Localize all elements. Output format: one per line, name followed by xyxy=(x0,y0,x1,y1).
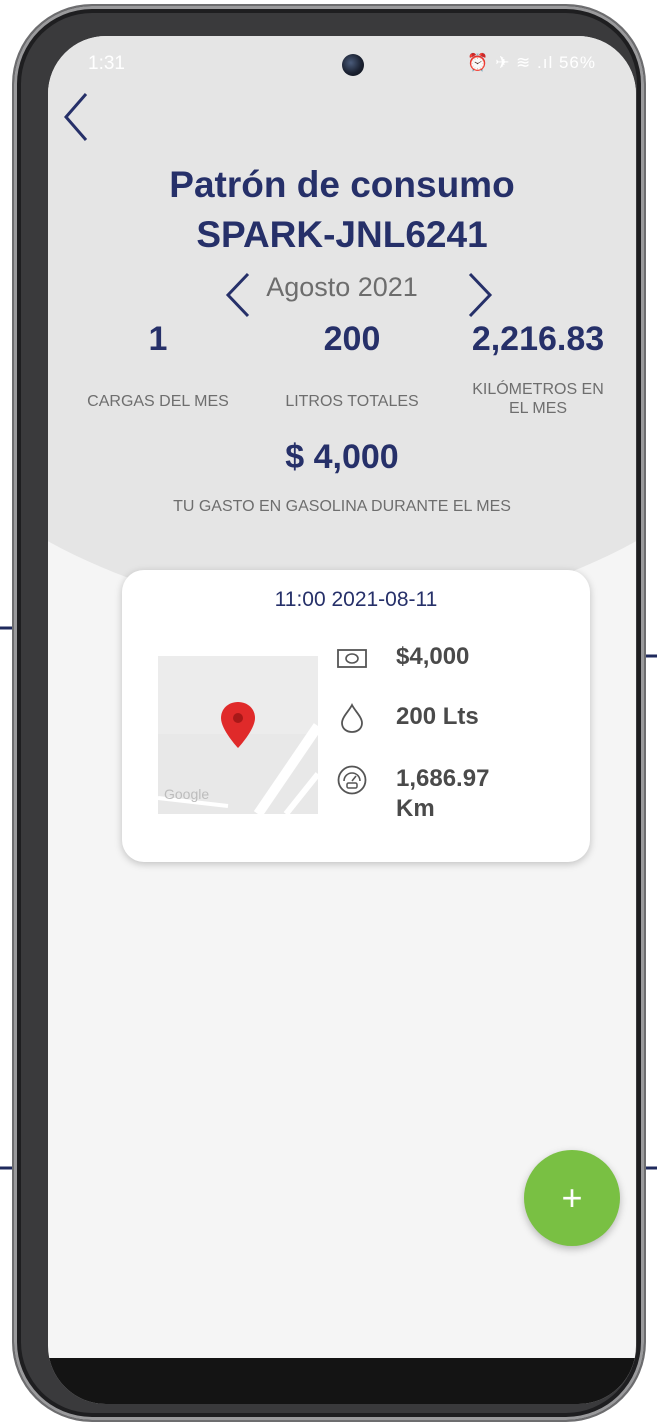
page-title: Patrón de consumo xyxy=(169,164,515,205)
km-label-line2: EL MES xyxy=(508,400,568,417)
add-refuel-button[interactable]: + xyxy=(524,1150,620,1246)
status-icons: ⏰ ✈ ≋ .ıl 56% xyxy=(467,53,596,72)
status-time: 1:31 xyxy=(88,53,125,74)
app-screen: 1:31 ⏰ ✈ ≋ .ıl 56% Patrón de consumo SPA… xyxy=(48,36,636,1404)
gasto-label: TU GASTO EN GASOLINA DURANTE EL MES xyxy=(173,498,511,515)
card-amount: $4,000 xyxy=(396,643,470,670)
front-camera xyxy=(342,54,364,76)
card-datetime: 11:00 2021-08-11 xyxy=(274,588,438,611)
previous-month-button[interactable] xyxy=(220,270,256,320)
next-month-button[interactable] xyxy=(462,270,498,320)
km-value: 2,216.83 xyxy=(471,320,605,358)
cargas-value: 1 xyxy=(148,320,168,358)
litros-label: LITROS TOTALES xyxy=(285,393,419,410)
plus-icon: + xyxy=(561,1177,583,1218)
money-icon xyxy=(337,649,367,668)
phone-frame: 1:31 ⏰ ✈ ≋ .ıl 56% Patrón de consumo SPA… xyxy=(14,6,644,1420)
card-km-value: 1,686.97 xyxy=(396,765,490,792)
back-button[interactable] xyxy=(58,88,98,146)
gauge-icon xyxy=(337,765,367,795)
cargas-label: CARGAS DEL MES xyxy=(87,393,229,410)
status-bar: 1:31 ⏰ ✈ ≋ .ıl 56% xyxy=(48,36,636,88)
gasto-value: $ 4,000 xyxy=(285,438,399,476)
month-label: Agosto 2021 xyxy=(266,272,418,302)
litros-value: 200 xyxy=(323,320,381,358)
drop-icon xyxy=(341,702,363,733)
month-selector: Agosto 2021 xyxy=(48,266,636,320)
bottom-bar xyxy=(48,1358,636,1404)
vehicle-plate: SPARK-JNL6241 xyxy=(196,214,488,255)
card-km: 1,686.97 Km xyxy=(396,764,489,824)
map-thumbnail[interactable]: Google xyxy=(158,656,318,814)
annotation-line-bottom-right xyxy=(644,1166,657,1170)
km-label-line1: KILÓMETROS EN xyxy=(472,381,604,398)
refuel-card[interactable]: 11:00 2021-08-11 Google $4,000 200 Lts 1… xyxy=(122,570,590,862)
map-watermark: Google xyxy=(164,786,210,802)
km-label: KILÓMETROS EN EL MES xyxy=(442,380,634,418)
card-liters: 200 Lts xyxy=(396,703,479,730)
card-km-unit: Km xyxy=(396,795,435,822)
